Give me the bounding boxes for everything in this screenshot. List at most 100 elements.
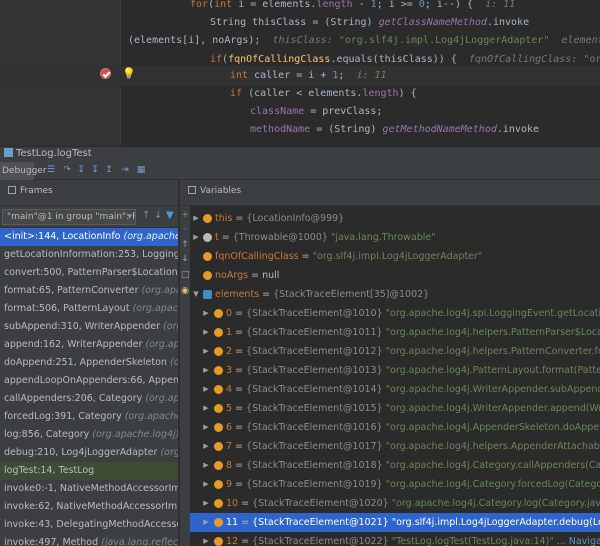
- equals-sign: =: [232, 460, 247, 471]
- variable-row[interactable]: ▼ elements = {StackTraceElement[35]@1002}: [190, 285, 600, 304]
- frame-row[interactable]: append:162, WriterAppender (org.apache.l…: [0, 336, 178, 354]
- frame-row[interactable]: callAppenders:206, Category (org.apache.…: [0, 390, 178, 408]
- collapse-arrow-icon[interactable]: ▼: [192, 285, 200, 304]
- step-into-icon[interactable]: ↧: [76, 165, 86, 176]
- expand-arrow-icon[interactable]: ▶: [192, 209, 200, 228]
- variable-row[interactable]: ▶ 1 = {StackTraceElement@1011} "org.apach…: [190, 323, 600, 342]
- variable-row[interactable]: noArgs = null: [190, 266, 600, 285]
- tab-debugger[interactable]: Debugger: [0, 162, 47, 180]
- variable-row[interactable]: ▶ 12 = {StackTraceElement@1022} "TestLog.…: [190, 532, 600, 546]
- frame-row[interactable]: invoke0:-1, NativeMethodAccessorImpl (su…: [0, 480, 178, 498]
- expand-arrow-icon[interactable]: ▶: [202, 494, 210, 513]
- expand-arrow-icon[interactable]: ▶: [202, 437, 210, 456]
- code-line[interactable]: String thisClass = (String) getClassName…: [0, 13, 600, 33]
- watches-icon[interactable]: ◉: [181, 286, 189, 296]
- arrow-up-icon[interactable]: ↑: [181, 240, 189, 250]
- breakpoint-icon[interactable]: [100, 68, 111, 79]
- copy-icon[interactable]: □: [181, 270, 190, 280]
- code-token: length: [316, 0, 353, 10]
- frame-package: (org.apache.log4j): [124, 411, 178, 422]
- show-execution-point-icon[interactable]: ☰: [46, 165, 56, 176]
- frame-row[interactable]: log:856, Category (org.apache.log4j): [0, 426, 178, 444]
- variable-row[interactable]: fqnOfCallingClass = "org.slf4j.impl.Log4…: [190, 247, 600, 266]
- code-line[interactable]: if (caller < elements.length) {: [0, 84, 600, 104]
- arrow-up-icon[interactable]: ↑: [142, 210, 150, 221]
- frame-row[interactable]: debug:210, Log4jLoggerAdapter (org.slf4j…: [0, 444, 178, 462]
- thread-selector[interactable]: "main"@1 in group "main": RU... ▾: [2, 209, 136, 225]
- code-line[interactable]: (elements[i], noArgs); thisClass: "org.s…: [0, 31, 600, 51]
- remove-watch-icon[interactable]: –: [181, 224, 189, 234]
- variable-row[interactable]: ▶ 4 = {StackTraceElement@1014} "org.apach…: [190, 380, 600, 399]
- arrow-down-icon[interactable]: ↓: [154, 210, 162, 221]
- run-to-cursor-icon[interactable]: ⇥: [120, 165, 130, 176]
- add-watch-icon[interactable]: +: [181, 210, 189, 220]
- frame-row[interactable]: appendLoopOnAppenders:66, AppenderAttach…: [0, 372, 178, 390]
- frame-method: log:856, Category: [4, 429, 90, 440]
- equals-sign: =: [248, 270, 263, 281]
- expand-arrow-icon[interactable]: ▶: [202, 380, 210, 399]
- variable-text: 7 = {StackTraceElement@1017} "org.apache…: [226, 437, 600, 456]
- variable-value: "org.apache.log4j.helpers.PatternConvert…: [385, 346, 600, 357]
- frame-row[interactable]: format:506, PatternLayout (org.apache.lo…: [0, 300, 178, 318]
- variable-row[interactable]: ▶ t = {Throwable@1000} "java.lang.Throwab…: [190, 228, 600, 247]
- code-line[interactable]: methodName = (String) getMethodNameMetho…: [0, 120, 600, 140]
- code-editor[interactable]: for(int i = elements.length - 1; i >= 0;…: [0, 0, 600, 146]
- frame-method: format:65, PatternConverter: [4, 285, 139, 296]
- expand-arrow-icon[interactable]: ▶: [202, 342, 210, 361]
- frame-row[interactable]: format:65, PatternConverter (org.apache.…: [0, 282, 178, 300]
- frame-row[interactable]: logTest:14, TestLog: [0, 462, 178, 480]
- step-out-icon[interactable]: ↥: [104, 165, 114, 176]
- expand-arrow-icon[interactable]: ▶: [202, 304, 210, 323]
- variable-row[interactable]: ▶ 10 = {StackTraceElement@1020} "org.apac…: [190, 494, 600, 513]
- variable-row[interactable]: ▶ 6 = {StackTraceElement@1016} "org.apach…: [190, 418, 600, 437]
- expand-arrow-icon[interactable]: ▶: [202, 475, 210, 494]
- variables-header: Variables: [180, 180, 600, 206]
- variable-type: null: [262, 270, 280, 281]
- field-icon: [214, 404, 223, 413]
- expand-arrow-icon[interactable]: ▶: [202, 323, 210, 342]
- expand-arrow-icon[interactable]: ▶: [202, 399, 210, 418]
- navigate-link[interactable]: ... Navigate: [554, 536, 600, 546]
- variable-name: 10: [226, 498, 239, 509]
- filter-icon[interactable]: ▼: [166, 210, 174, 221]
- frame-row[interactable]: subAppend:310, WriterAppender (org.apach…: [0, 318, 178, 336]
- expand-arrow-icon[interactable]: ▶: [202, 532, 210, 546]
- variable-text: elements = {StackTraceElement[35]@1002}: [215, 285, 429, 304]
- frame-row[interactable]: invoke:497, Method (java.lang.reflect): [0, 534, 178, 546]
- frame-row[interactable]: convert:500, PatternParser$LocationPatte…: [0, 264, 178, 282]
- intention-bulb-icon[interactable]: 💡: [122, 67, 136, 80]
- variable-row[interactable]: ▶ 7 = {StackTraceElement@1017} "org.apach…: [190, 437, 600, 456]
- variable-row[interactable]: ▶ this = {LocationInfo@999}: [190, 209, 600, 228]
- frame-row-selected[interactable]: <init>:144, LocationInfo (org.apache.log…: [0, 228, 178, 246]
- variable-text: 10 = {StackTraceElement@1020} "org.apach…: [226, 494, 600, 513]
- variable-row[interactable]: ▶ 3 = {StackTraceElement@1013} "org.apach…: [190, 361, 600, 380]
- expand-arrow-icon[interactable]: ▶: [202, 456, 210, 475]
- variable-row[interactable]: ▶ 8 = {StackTraceElement@1018} "org.apach…: [190, 456, 600, 475]
- code-text: methodName = (String) getMethodNameMetho…: [250, 120, 539, 140]
- variable-row[interactable]: ▶ 0 = {StackTraceElement@1010} "org.apach…: [190, 304, 600, 323]
- code-token: String thisClass = (String): [210, 17, 379, 28]
- evaluate-expression-icon[interactable]: ▦: [136, 165, 146, 176]
- variable-type: {StackTraceElement@1022}: [252, 536, 389, 546]
- code-token: (caller < elements.: [248, 88, 363, 99]
- expand-arrow-icon[interactable]: ▶: [202, 513, 210, 532]
- equals-sign: =: [232, 441, 247, 452]
- frame-row[interactable]: doAppend:251, AppenderSkeleton (org.apac…: [0, 354, 178, 372]
- expand-arrow-icon[interactable]: ▶: [202, 418, 210, 437]
- step-over-icon[interactable]: ↷: [62, 165, 72, 176]
- variable-row[interactable]: ▶ 5 = {StackTraceElement@1015} "org.apach…: [190, 399, 600, 418]
- code-line-current[interactable]: int caller = i + 1; i: 11: [0, 66, 600, 86]
- expand-arrow-icon[interactable]: ▶: [192, 228, 200, 247]
- frame-row[interactable]: invoke:43, DelegatingMethodAccessorImpl …: [0, 516, 178, 534]
- arrow-down-icon[interactable]: ↓: [181, 254, 189, 264]
- expand-arrow-icon[interactable]: ▶: [202, 361, 210, 380]
- force-step-into-icon[interactable]: ↧: [90, 165, 100, 176]
- code-line[interactable]: className = prevClass;: [0, 102, 600, 122]
- frame-row[interactable]: getLocationInformation:253, LoggingEvent…: [0, 246, 178, 264]
- frame-row[interactable]: invoke:62, NativeMethodAccessorImpl (sun…: [0, 498, 178, 516]
- variable-row[interactable]: ▶ 9 = {StackTraceElement@1019} "org.apach…: [190, 475, 600, 494]
- variable-row-selected[interactable]: ▶ 11 = {StackTraceElement@1021} "org.slf4…: [190, 513, 600, 532]
- variable-row[interactable]: ▶ 2 = {StackTraceElement@1012} "org.apach…: [190, 342, 600, 361]
- frame-row[interactable]: forcedLog:391, Category (org.apache.log4…: [0, 408, 178, 426]
- code-token: .equals(thisClass)) {: [330, 54, 469, 65]
